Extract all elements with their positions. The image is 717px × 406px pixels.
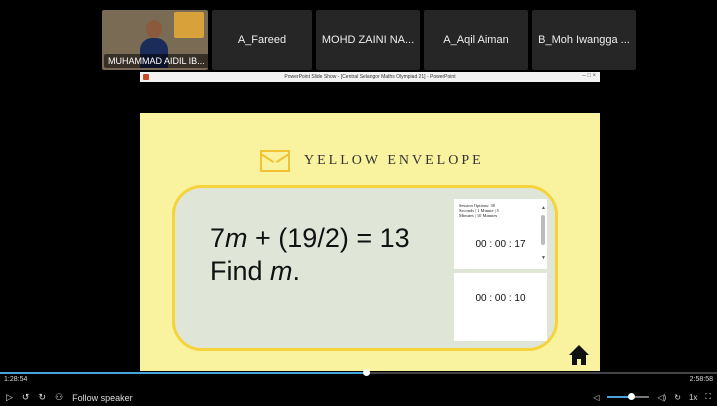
participant-name: B_Moh Iwangga ... xyxy=(538,34,630,46)
powerpoint-icon xyxy=(143,74,149,80)
follow-speaker-icon[interactable]: ⚇ xyxy=(55,392,63,403)
question-equation: 7m + (19/2) = 13 xyxy=(210,223,410,253)
timer-widget-2[interactable]: 00 : 00 : 10 xyxy=(454,273,547,341)
play-icon[interactable]: ▷ xyxy=(6,392,13,403)
participant-tile[interactable]: B_Moh Iwangga ... xyxy=(532,10,636,70)
player-controls-left: ▷ ↺ ↻ ⚇ Follow speaker xyxy=(6,392,133,403)
participant-name: MUHAMMAD AIDIL IB... xyxy=(104,54,208,68)
elapsed-time: 1:28:54 xyxy=(4,376,28,383)
timer-widget-1[interactable]: Session Options: 30 Seconds | 1 Minute |… xyxy=(454,199,547,269)
timer-scrollbar[interactable]: ▲ ▼ xyxy=(541,205,546,261)
participant-tile[interactable]: A_Aqil Aiman xyxy=(424,10,528,70)
participant-tile[interactable]: MOHD ZAINI NA... xyxy=(316,10,420,70)
scroll-down-icon[interactable]: ▼ xyxy=(541,255,546,261)
seek-handle[interactable] xyxy=(362,369,370,376)
brand-header: YELLOW ENVELOPE xyxy=(260,146,490,176)
timer-value: 00 : 00 : 17 xyxy=(475,239,526,250)
follow-speaker-label[interactable]: Follow speaker xyxy=(72,393,133,403)
brand-title: YELLOW ENVELOPE xyxy=(304,153,484,168)
participant-name: MOHD ZAINI NA... xyxy=(321,34,415,46)
home-icon[interactable] xyxy=(568,345,590,367)
powerpoint-title-bar: PowerPoint Slide Show - [Central Selango… xyxy=(140,72,600,82)
total-time: 2:58:58 xyxy=(689,376,713,383)
slide: YELLOW ENVELOPE 7m + (19/2) = 13 Find m.… xyxy=(140,113,600,371)
window-controls[interactable]: – □ × xyxy=(582,73,596,79)
scroll-up-icon[interactable]: ▲ xyxy=(541,205,546,211)
fullscreen-icon[interactable]: ⛶ xyxy=(705,392,711,402)
volume-high-icon[interactable]: ◁) xyxy=(657,393,666,402)
timer-options: Session Options: 30 Seconds | 1 Minute |… xyxy=(459,203,499,218)
volume-slider[interactable] xyxy=(607,393,650,400)
volume-low-icon[interactable]: ◁ xyxy=(593,393,599,402)
repeat-icon[interactable]: ↻ xyxy=(674,393,681,402)
seek-progress xyxy=(0,372,366,374)
window-title: PowerPoint Slide Show - [Central Selango… xyxy=(284,74,456,80)
background-banner xyxy=(174,12,204,38)
speed-label[interactable]: 1x xyxy=(689,393,697,402)
timer-value: 00 : 00 : 10 xyxy=(475,293,526,304)
participant-tile-video[interactable]: MUHAMMAD AIDIL IB... xyxy=(102,10,208,70)
question-prompt: Find m. xyxy=(210,256,301,286)
player-controls-right: ◁ ◁) ↻ 1x ⛶ xyxy=(593,392,711,402)
participant-name: A_Aqil Aiman xyxy=(443,34,509,46)
envelope-icon xyxy=(260,150,290,172)
participant-tile[interactable]: A_Fareed xyxy=(212,10,312,70)
participant-name: A_Fareed xyxy=(237,34,287,46)
rewind-icon[interactable]: ↺ xyxy=(22,392,30,403)
forward-icon[interactable]: ↻ xyxy=(38,392,46,403)
